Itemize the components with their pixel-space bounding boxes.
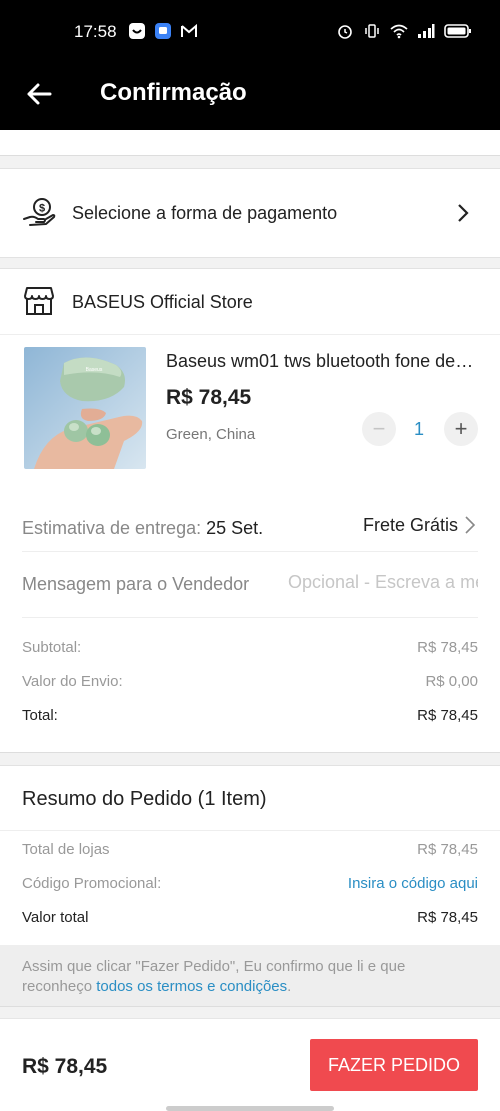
seller-message-row: Mensagem para o Vendedor <box>22 552 478 618</box>
checkout-bar: R$ 78,45 FAZER PEDIDO <box>0 1018 500 1111</box>
chat-app-icon <box>154 22 172 40</box>
signal-icon <box>417 22 435 40</box>
chevron-right-icon <box>456 202 470 224</box>
product-variant: Green, China <box>166 426 256 443</box>
delivery-date: 25 Set. <box>206 518 264 538</box>
svg-text:$: $ <box>39 203 45 215</box>
gmail-icon <box>180 22 198 40</box>
shipping-cost-label: Valor do Envio: <box>22 673 123 690</box>
delivery-estimate-label: Estimativa de entrega: <box>22 518 202 538</box>
notification-app-icon <box>128 22 146 40</box>
payment-method-label: Selecione a forma de pagamento <box>72 203 338 223</box>
terms-link[interactable]: todos os termos e condições <box>96 978 287 995</box>
shipping-cost-row: Valor do Envio: R$ 0,00 <box>22 673 478 690</box>
store-total-row: Total: R$ 78,45 <box>22 707 478 724</box>
stores-total-value: R$ 78,45 <box>417 841 478 858</box>
subtotal-label: Subtotal: <box>22 639 82 656</box>
subtotal-row: Subtotal: R$ 78,45 <box>22 639 478 656</box>
grand-total-label: Valor total <box>22 909 89 926</box>
store-total-label: Total: <box>22 707 58 724</box>
status-time: 17:58 <box>74 22 117 41</box>
promo-code-label: Código Promocional: <box>22 875 162 892</box>
store-header[interactable]: BASEUS Official Store <box>0 269 500 335</box>
terms-notice: Assim que clicar "Fazer Pedido", Eu conf… <box>0 945 500 1007</box>
place-order-button[interactable]: FAZER PEDIDO <box>310 1039 478 1091</box>
back-arrow-icon[interactable] <box>24 79 54 109</box>
alarm-icon <box>336 22 354 40</box>
store-name: BASEUS Official Store <box>72 292 253 312</box>
payment-method-row[interactable]: $ Selecione a forma de pagamento <box>0 168 500 258</box>
grand-total-row: Valor total R$ 78,45 <box>22 909 478 926</box>
top-spacer <box>0 130 500 156</box>
checkout-total: R$ 78,45 <box>22 1055 108 1078</box>
shipping-cost-value: R$ 0,00 <box>425 673 478 690</box>
order-summary-title: Resumo do Pedido (1 Item) <box>22 788 267 810</box>
order-summary: Resumo do Pedido (1 Item) Total de lojas… <box>0 765 500 945</box>
app-bar: Confirmação <box>0 62 500 130</box>
store-order-card: BASEUS Official Store Baseus Baseus wm01… <box>0 268 500 753</box>
stores-total-label: Total de lojas <box>22 841 110 858</box>
quantity-increase-button[interactable]: + <box>444 412 478 446</box>
shipping-option: Frete Grátis <box>362 515 458 535</box>
quantity-decrease-button[interactable]: − <box>362 412 396 446</box>
store-total-value: R$ 78,45 <box>417 707 478 724</box>
vibrate-icon <box>363 22 381 40</box>
quantity-value: 1 <box>413 419 424 439</box>
delivery-estimate: Estimativa de entrega: 25 Set. <box>22 518 263 539</box>
battery-icon <box>444 22 472 40</box>
product-image-brand: Baseus <box>86 367 103 373</box>
product-image[interactable]: Baseus <box>24 347 146 469</box>
grand-total-value: R$ 78,45 <box>417 909 478 926</box>
product-title[interactable]: Baseus wm01 tws bluetooth fone de ouvido… <box>166 351 476 372</box>
subtotal-value: R$ 78,45 <box>417 639 478 656</box>
payment-money-hand-icon: $ <box>22 197 56 229</box>
promo-code-row: Código Promocional: Insira o código aqui <box>22 875 478 892</box>
terms-end: . <box>287 978 292 995</box>
chevron-right-icon <box>464 515 476 535</box>
stores-total-row: Total de lojas R$ 78,45 <box>22 841 478 858</box>
home-indicator[interactable] <box>166 1106 334 1111</box>
store-icon <box>24 285 54 317</box>
divider <box>0 830 500 831</box>
wifi-icon <box>390 22 408 40</box>
status-bar: 17:58 <box>0 0 500 62</box>
page-title: Confirmação <box>100 79 247 106</box>
promo-code-link[interactable]: Insira o código aqui <box>348 875 478 892</box>
seller-message-input[interactable] <box>288 572 478 593</box>
product-price: R$ 78,45 <box>166 386 252 409</box>
seller-message-label: Mensagem para o Vendedor <box>22 574 250 594</box>
delivery-row[interactable]: Estimativa de entrega: 25 Set. Frete Grá… <box>22 496 478 552</box>
